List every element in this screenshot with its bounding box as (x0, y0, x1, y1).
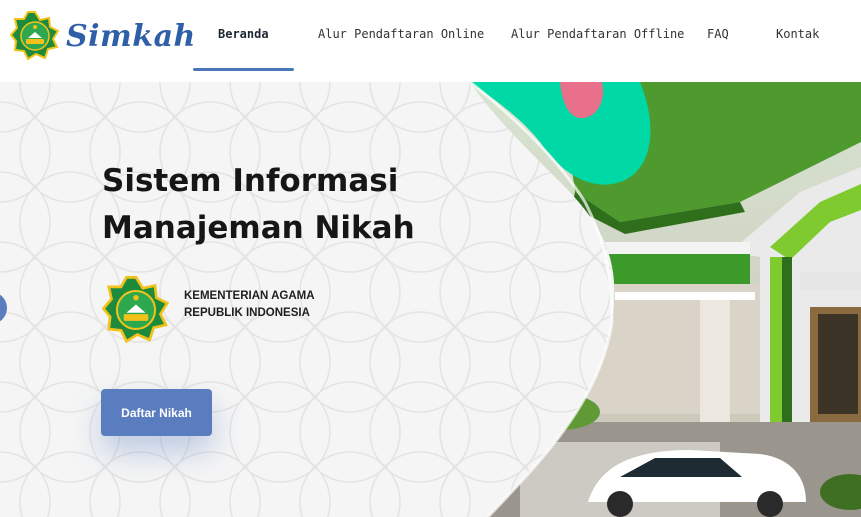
top-navbar: Simkah Beranda Alur Pendaftaran Online A… (0, 0, 861, 82)
ministry-line-2: REPUBLIK INDONESIA (184, 307, 310, 319)
nav-item-beranda[interactable]: Beranda (218, 27, 269, 41)
ministry-name: KEMENTERIAN AGAMA REPUBLIK INDONESIA (184, 288, 315, 322)
hero-title: Sistem Informasi Manajeman Nikah (102, 158, 415, 252)
brand-wordmark: Simkah (66, 18, 196, 54)
nav-item-alur-offline[interactable]: Alur Pendaftaran Offline (511, 27, 684, 41)
ministry-badge: KEMENTERIAN AGAMA REPUBLIK INDONESIA (102, 276, 315, 344)
active-nav-indicator (193, 68, 294, 71)
nav-item-kontak[interactable]: Kontak (776, 27, 819, 41)
nav-item-faq[interactable]: FAQ (707, 27, 729, 41)
kemenag-emblem-icon (102, 276, 170, 344)
daftar-nikah-button[interactable]: Daftar Nikah (101, 389, 212, 436)
hero-section: Sistem Informasi Manajeman Nikah KEMENTE… (0, 82, 861, 517)
hero-title-line-2: Manajeman Nikah (102, 210, 415, 246)
ministry-line-1: KEMENTERIAN AGAMA (184, 290, 315, 302)
nav-item-alur-online[interactable]: Alur Pendaftaran Online (318, 27, 484, 41)
kemenag-emblem-icon (10, 11, 60, 61)
hero-title-line-1: Sistem Informasi (102, 163, 399, 199)
brand-logo[interactable]: Simkah (10, 8, 196, 64)
